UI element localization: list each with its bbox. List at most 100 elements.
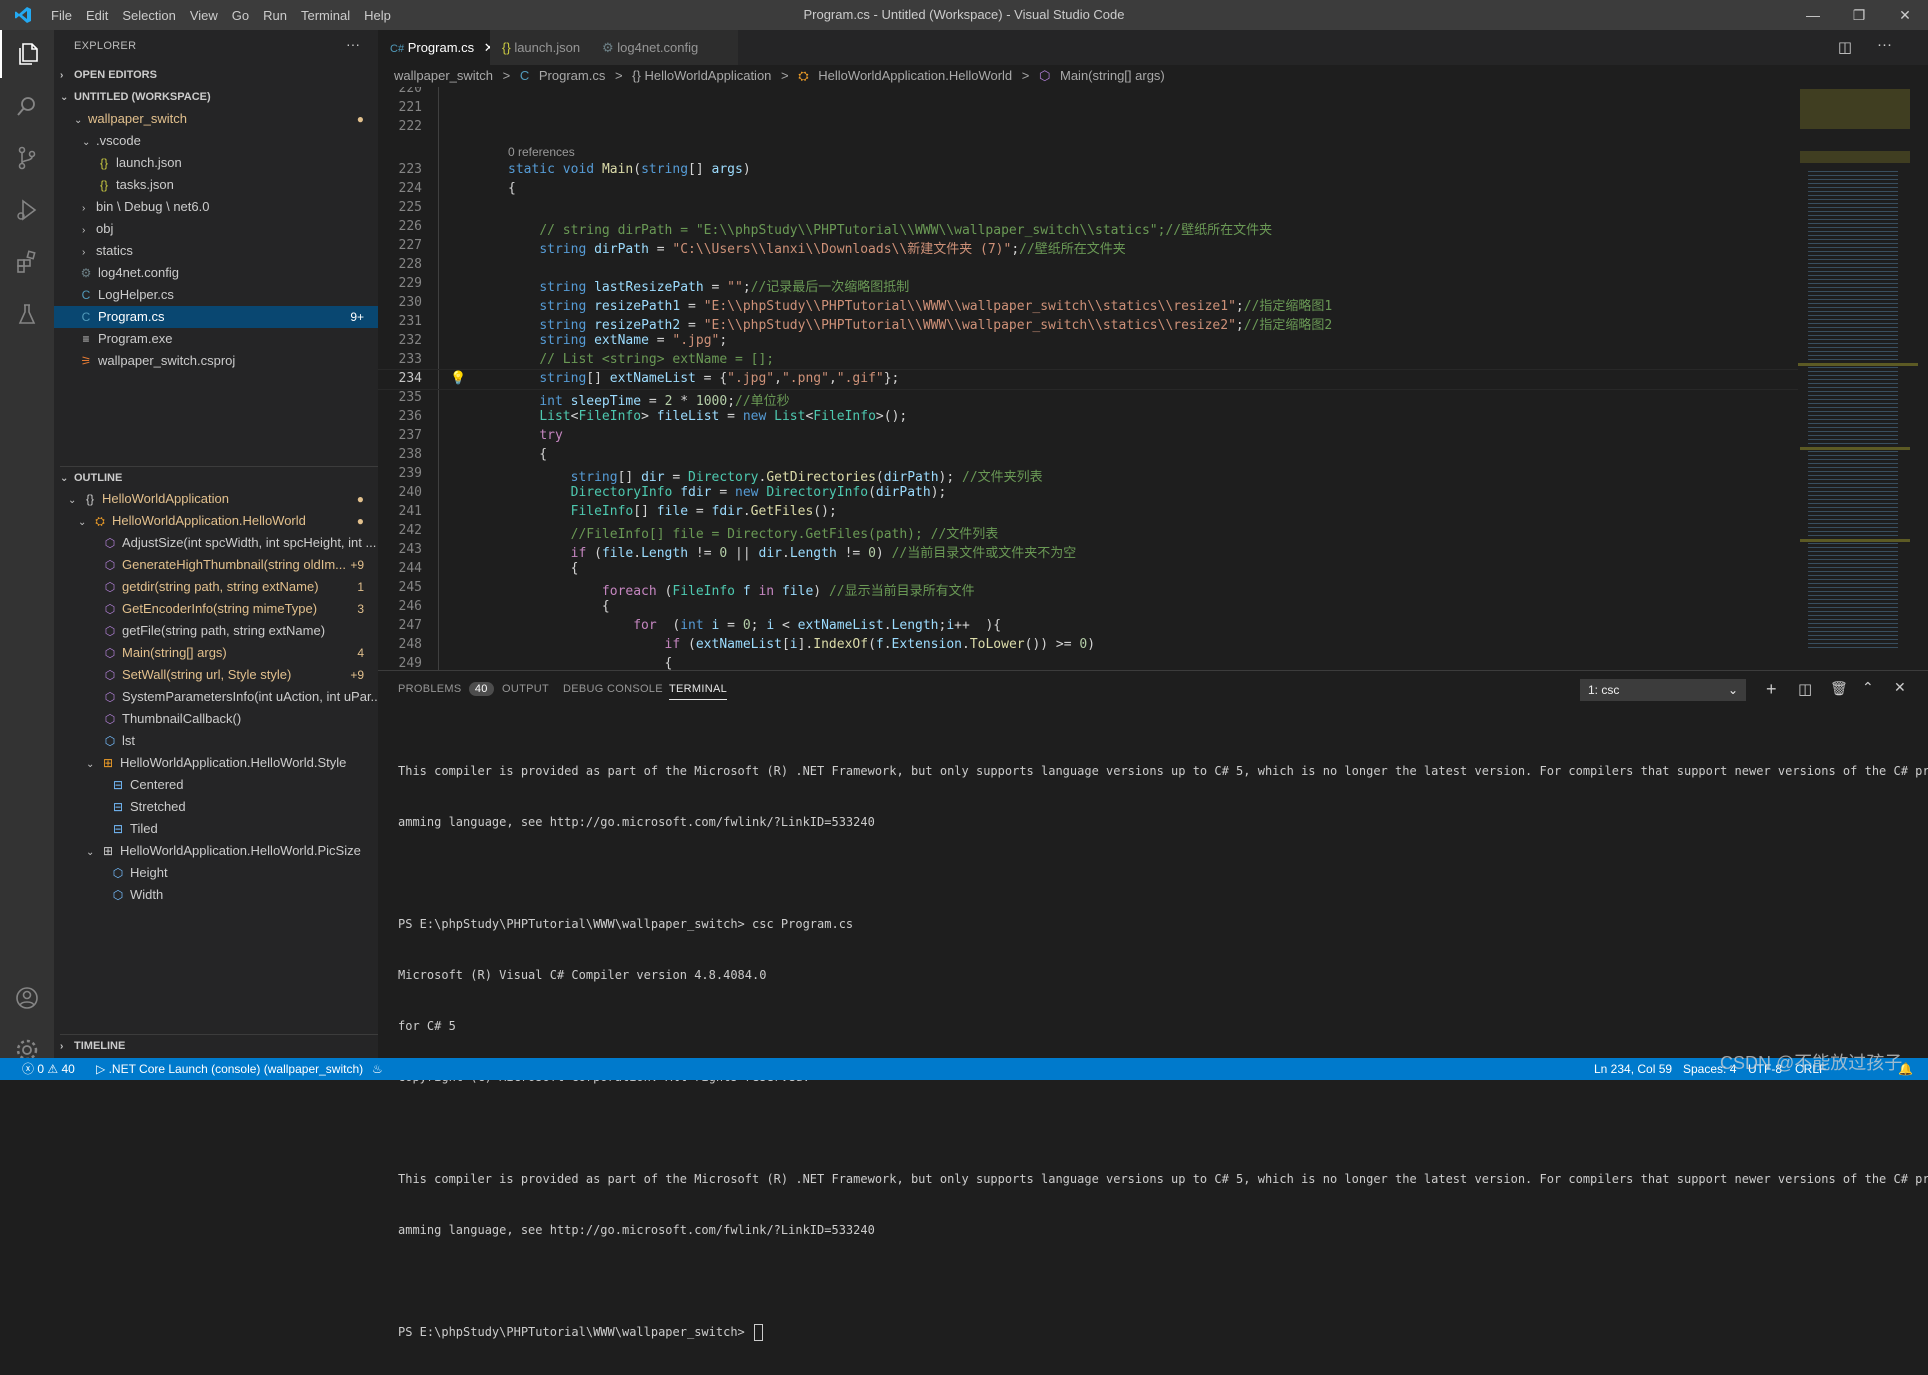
tree-folder-wallpaper-switch[interactable]: ⌄ wallpaper_switch ●	[54, 108, 378, 130]
tree-file-log4net-config[interactable]: ⚙ log4net.config	[54, 262, 378, 284]
outline-method-main[interactable]: ⬡ Main(string[] args) 4	[54, 642, 378, 664]
terminal-output[interactable]: This compiler is provided as part of the…	[398, 729, 1928, 1375]
workspace-section[interactable]: ⌄ UNTITLED (WORKSPACE)	[60, 86, 378, 108]
tree-file-tasks-json[interactable]: {} tasks.json	[54, 174, 378, 196]
menu-file[interactable]: File	[51, 8, 72, 23]
menu-terminal[interactable]: Terminal	[301, 8, 350, 23]
outline-method-systemparametersinfo[interactable]: ⬡ SystemParametersInfo(int uAction, int u…	[54, 686, 378, 708]
tree-file-program-cs[interactable]: C Program.cs 9+	[54, 306, 378, 328]
line-number: 248	[398, 637, 422, 652]
outline-enum-member-tiled[interactable]: ⊟ Tiled	[54, 818, 378, 840]
tree-file-program-exe[interactable]: ≡ Program.exe	[54, 328, 378, 350]
line-number: 234	[398, 371, 422, 386]
search-icon[interactable]	[0, 82, 54, 130]
breadcrumb-item[interactable]: Main(string[] args)	[1060, 68, 1165, 83]
outline-method-getfile[interactable]: ⬡ getFile(string path, string extName)	[54, 620, 378, 642]
split-editor-icon[interactable]: ◫	[1838, 38, 1852, 56]
rss-icon: ⚞	[80, 354, 92, 368]
outline-struct-picsize[interactable]: ⌄ ⊞ HelloWorldApplication.HelloWorld.PicSi…	[54, 840, 378, 862]
outline-label: Main(string[] args)	[122, 645, 227, 660]
tree-folder-obj[interactable]: › obj	[54, 218, 378, 240]
code-line: {	[508, 656, 673, 670]
breadcrumb-item[interactable]: wallpaper_switch	[394, 68, 493, 83]
outline-method-getencoderinfo[interactable]: ⬡ GetEncoderInfo(string mimeType) 3	[54, 598, 378, 620]
line-number: 239	[398, 466, 422, 481]
outline-method-adjustsize[interactable]: ⬡ AdjustSize(int spcWidth, int spcHeight,…	[54, 532, 378, 554]
line-number: 230	[398, 295, 422, 310]
outline-enum-member-centered[interactable]: ⊟ Centered	[54, 774, 378, 796]
restore-icon[interactable]: ❐	[1836, 0, 1882, 30]
launch-config-status[interactable]: ▷ .NET Core Launch (console) (wallpaper_…	[96, 1058, 363, 1080]
trash-icon[interactable]: 🗑	[1830, 680, 1848, 697]
outline-method-getdir[interactable]: ⬡ getdir(string path, string extName) 1	[54, 576, 378, 598]
menu-run[interactable]: Run	[263, 8, 287, 23]
terminal-line: Microsoft (R) Visual C# Compiler version…	[398, 968, 767, 982]
menu-edit[interactable]: Edit	[86, 8, 108, 23]
outline-field-lst[interactable]: ⬡ lst	[54, 730, 378, 752]
tree-file-loghelper-cs[interactable]: C LogHelper.cs	[54, 284, 378, 306]
problems-status[interactable]: ⓧ 0 ⚠ 40	[22, 1058, 75, 1080]
test-flask-icon[interactable]	[0, 290, 54, 338]
tree-folder-statics[interactable]: › statics	[54, 240, 378, 262]
outline-method-thumbnailcallback[interactable]: ⬡ ThumbnailCallback()	[54, 708, 378, 730]
tree-file-launch-json[interactable]: {} launch.json	[54, 152, 378, 174]
code-line: List<FileInfo> fileList = new List<FileI…	[539, 409, 908, 424]
codelens-references[interactable]: 0 references	[508, 145, 575, 159]
method-icon: ⬡	[104, 558, 116, 572]
tab-debug-console[interactable]: DEBUG CONSOLE	[563, 683, 663, 695]
chevron-down-icon: ⌄	[86, 847, 95, 858]
outline-method-generatehighthumbnail[interactable]: ⬡ GenerateHighThumbnail(string oldIm... +…	[54, 554, 378, 576]
lightbulb-icon[interactable]: 💡	[450, 371, 466, 386]
chevron-right-icon: ›	[82, 247, 86, 258]
menu-view[interactable]: View	[190, 8, 218, 23]
tree-folder-bin[interactable]: › bin \ Debug \ net6.0	[54, 196, 378, 218]
minimap[interactable]	[1798, 87, 1928, 670]
outline-enum-member-stretched[interactable]: ⊟ Stretched	[54, 796, 378, 818]
code-editor[interactable]: 220 221 222 0 references 223 224 225 226…	[378, 87, 1798, 670]
cursor-position[interactable]: Ln 234, Col 59	[1594, 1058, 1672, 1080]
run-debug-icon[interactable]	[0, 186, 54, 234]
file-label: LogHelper.cs	[98, 287, 174, 302]
outline-enum-style[interactable]: ⌄ ⊞ HelloWorldApplication.HelloWorld.Style	[54, 752, 378, 774]
tab-problems[interactable]: PROBLEMS 40	[398, 682, 494, 696]
timeline-section[interactable]: › TIMELINE	[60, 1034, 378, 1057]
code-line: //FileInfo[] file = Directory.GetFiles(p…	[570, 527, 999, 542]
explorer-icon[interactable]	[0, 30, 56, 78]
outline-section[interactable]: ⌄ OUTLINE	[60, 466, 378, 489]
window-controls: — ❐ ✕	[1790, 0, 1928, 30]
tab-log4net-config[interactable]: ⚙ log4net.config	[590, 30, 738, 65]
plus-icon[interactable]: +	[1766, 679, 1777, 700]
close-icon[interactable]: ✕	[1894, 679, 1906, 696]
outline-class-helloworld[interactable]: ⌄ ⛭ HelloWorldApplication.HelloWorld ●	[54, 510, 378, 532]
outline-namespace[interactable]: ⌄ {} HelloWorldApplication ●	[54, 488, 378, 510]
tree-folder-vscode[interactable]: ⌄ .vscode	[54, 130, 378, 152]
outline-field-height[interactable]: ⬡ Height	[54, 862, 378, 884]
accounts-icon[interactable]	[0, 974, 54, 1022]
tab-terminal[interactable]: TERMINAL	[669, 683, 728, 700]
code-line: string dirPath = "C:\\Users\\lanxi\\Down…	[539, 242, 1126, 257]
more-actions-icon[interactable]: ···	[346, 36, 360, 52]
menu-help[interactable]: Help	[364, 8, 391, 23]
terminal-select[interactable]: 1: csc ⌄	[1580, 679, 1746, 701]
source-control-icon[interactable]	[0, 134, 54, 182]
more-actions-icon[interactable]: ···	[1877, 36, 1892, 53]
breadcrumb-item[interactable]: {} HelloWorldApplication	[632, 68, 771, 83]
open-editors-section[interactable]: › OPEN EDITORS	[60, 64, 378, 86]
breadcrumb-item[interactable]: Program.cs	[539, 68, 605, 83]
tab-output[interactable]: OUTPUT	[502, 683, 549, 695]
menu-go[interactable]: Go	[232, 8, 249, 23]
extensions-icon[interactable]	[0, 238, 54, 286]
breadcrumb-item[interactable]: HelloWorldApplication.HelloWorld	[818, 68, 1012, 83]
close-icon[interactable]: ✕	[1882, 0, 1928, 30]
chevron-up-icon[interactable]: ⌃	[1862, 679, 1874, 696]
minimize-icon[interactable]: —	[1790, 0, 1836, 30]
flame-icon[interactable]: ♨	[372, 1058, 383, 1080]
line-number: 220	[398, 87, 422, 96]
outline-field-width[interactable]: ⬡ Width	[54, 884, 378, 906]
outline-method-setwall[interactable]: ⬡ SetWall(string url, Style style) +9	[54, 664, 378, 686]
tree-file-csproj[interactable]: ⚞ wallpaper_switch.csproj	[54, 350, 378, 372]
split-terminal-icon[interactable]: ◫	[1798, 680, 1812, 698]
file-label: Program.cs	[98, 309, 165, 324]
menu-selection[interactable]: Selection	[122, 8, 175, 23]
